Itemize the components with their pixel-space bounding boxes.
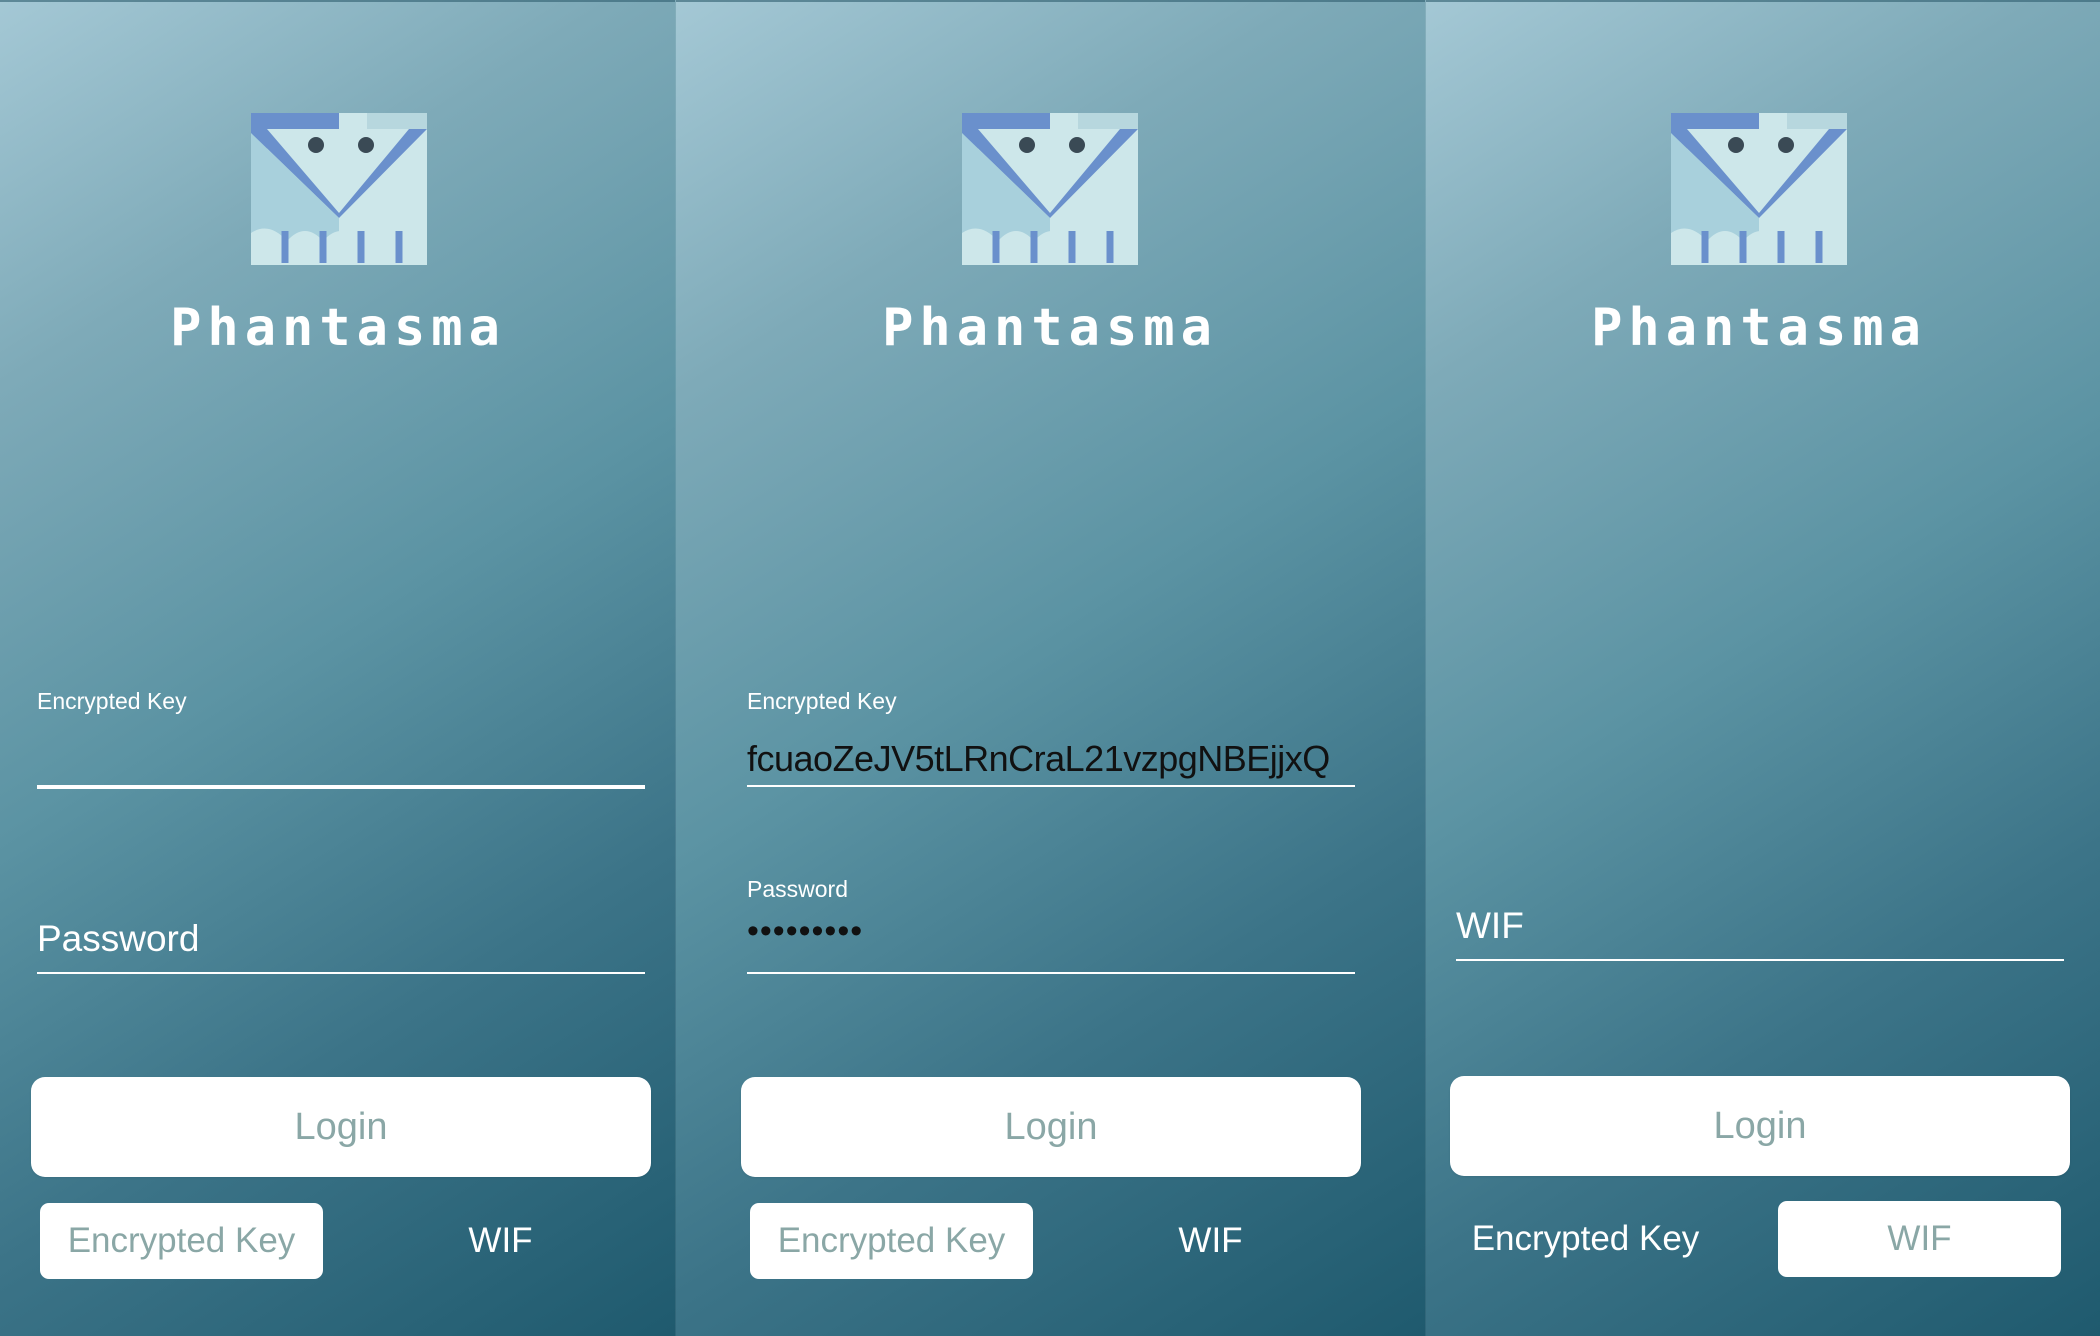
- wif-underline: [1456, 959, 2064, 961]
- phantasma-ghost-logo-icon: [1671, 113, 1847, 265]
- login-button[interactable]: Login: [1450, 1076, 2070, 1176]
- wif-tab[interactable]: WIF: [359, 1203, 642, 1279]
- phantasma-ghost-logo-icon: [251, 113, 427, 265]
- encrypted-key-value[interactable]: fcuaoZeJV5tLRnCraL21vzpgNBEjjxQ: [747, 738, 1330, 780]
- password-value[interactable]: •••••••••: [747, 912, 863, 951]
- encrypted-key-underline: [37, 785, 645, 789]
- brand-name: Phantasma: [170, 298, 506, 358]
- password-placeholder: Password: [37, 918, 200, 959]
- wif-placeholder: WIF: [1456, 905, 1524, 946]
- login-screens: Phantasma Encrypted Key Password Login E…: [0, 0, 2100, 1336]
- password-underline: [37, 972, 645, 974]
- login-screen-empty: Phantasma Encrypted Key Password Login E…: [0, 0, 675, 1336]
- brand-name: Phantasma: [1591, 298, 1927, 358]
- login-screen-wif: Phantasma WIF Login Encrypted Key WIF: [1425, 0, 2100, 1336]
- brand-name: Phantasma: [882, 298, 1218, 358]
- encrypted-key-label: Encrypted Key: [747, 688, 897, 714]
- encrypted-key-underline: [747, 785, 1355, 787]
- login-button[interactable]: Login: [31, 1077, 651, 1177]
- wif-tab[interactable]: WIF: [1069, 1203, 1352, 1279]
- login-screen-filled: Phantasma Encrypted Key fcuaoZeJV5tLRnCr…: [675, 0, 1426, 1336]
- encrypted-key-tab[interactable]: Encrypted Key: [750, 1203, 1033, 1279]
- password-label: Password: [747, 876, 848, 902]
- login-button[interactable]: Login: [741, 1077, 1361, 1177]
- password-underline: [747, 972, 1355, 974]
- encrypted-key-tab[interactable]: Encrypted Key: [1444, 1201, 1727, 1277]
- wif-tab[interactable]: WIF: [1778, 1201, 2061, 1277]
- encrypted-key-tab[interactable]: Encrypted Key: [40, 1203, 323, 1279]
- encrypted-key-label: Encrypted Key: [37, 688, 187, 714]
- phantasma-ghost-logo-icon: [962, 113, 1138, 265]
